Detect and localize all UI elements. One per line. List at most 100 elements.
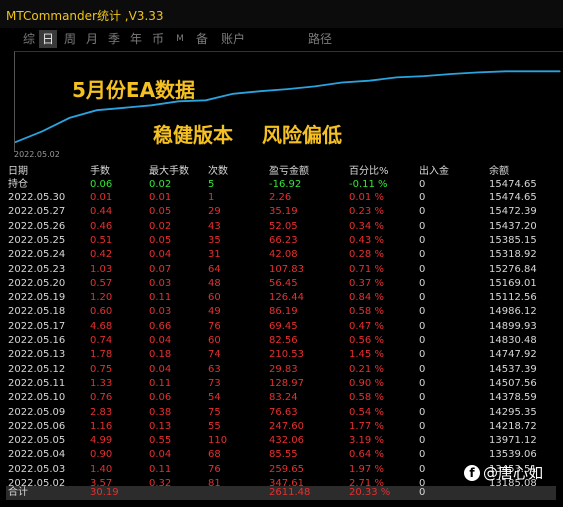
row-balance: 15437.20 <box>489 220 537 232</box>
row-lots: 1.20 <box>90 292 113 304</box>
tab-path[interactable]: 路径 <box>305 30 335 48</box>
row-date: 2022.05.17 <box>8 320 66 332</box>
table-row[interactable]: 2022.05.19 1.20 0.11 60 126.44 0.84 % 0 15112.5… <box>6 291 556 304</box>
tab-account[interactable]: 账户 <box>218 30 248 48</box>
row-balance: 14747.92 <box>489 349 537 361</box>
row-max-lots: 0.04 <box>149 363 172 375</box>
row-balance: 15474.65 <box>489 192 537 203</box>
row-io: 0 <box>419 349 426 361</box>
table-row[interactable]: 2022.05.17 4.68 0.66 76 69.45 0.47 % 0 14899.93 <box>6 320 556 333</box>
row-percent: 0.23 % <box>349 206 384 218</box>
row-balance: 15385.15 <box>489 234 537 246</box>
watermark-text: @唐心如 <box>483 464 544 482</box>
row-percent: 0.54 % <box>349 406 384 418</box>
row-io: 0 <box>419 406 426 418</box>
header-max-lots[interactable]: 最大手数 <box>149 165 189 178</box>
tab-quarterly[interactable]: 季 <box>105 30 123 48</box>
row-lots: 1.78 <box>90 349 113 361</box>
header-deposit-withdraw[interactable]: 出入金 <box>419 165 449 178</box>
row-count: 31 <box>208 249 221 261</box>
row-max-lots: 0.03 <box>149 306 172 318</box>
row-io: 0 <box>419 292 426 304</box>
table-row[interactable]: 2022.05.26 0.46 0.02 43 52.05 0.34 % 0 15437.20 <box>6 220 556 233</box>
row-percent: 0.34 % <box>349 220 384 232</box>
header-count[interactable]: 次数 <box>208 165 228 178</box>
row-count: 49 <box>208 306 221 318</box>
table-row[interactable]: 2022.05.20 0.57 0.03 48 56.45 0.37 % 0 15169.01 <box>6 277 556 290</box>
row-pnl: 82.56 <box>269 335 298 346</box>
row-lots: 2.83 <box>90 406 113 418</box>
row-io: 0 <box>419 234 426 246</box>
row-balance: 14830.48 <box>489 335 537 346</box>
table-row[interactable]: 2022.05.11 1.33 0.11 73 128.97 0.90 % 0 14507.5… <box>6 377 556 390</box>
balance-point <box>477 71 479 73</box>
row-pnl: 247.60 <box>269 420 304 432</box>
position-count: 5 <box>208 179 215 190</box>
table-row[interactable]: 2022.05.18 0.60 0.03 49 86.19 0.58 % 0 14986.12 <box>6 305 556 318</box>
row-pnl: 29.83 <box>269 363 298 375</box>
title-bar: MTCommander统计 ,V3.33 <box>0 0 563 29</box>
balance-point <box>395 76 398 78</box>
row-max-lots: 0.04 <box>149 249 172 261</box>
row-count: 54 <box>208 392 221 404</box>
row-pnl: 85.55 <box>269 449 298 461</box>
header-lots[interactable]: 手数 <box>90 165 110 178</box>
tab-weekly[interactable]: 周 <box>61 30 79 48</box>
balance-point <box>286 88 289 90</box>
table-row[interactable]: 2022.05.30 0.01 0.01 1 2.26 0.01 % 0 15474.65 <box>6 191 556 204</box>
tab-magic[interactable]: M <box>171 30 189 48</box>
row-pnl: 42.08 <box>269 249 298 261</box>
position-max-lots: 0.02 <box>149 179 172 190</box>
row-percent: 3.19 % <box>349 435 384 447</box>
tab-daily[interactable]: 日 <box>39 30 57 48</box>
tab-notes[interactable]: 备 <box>193 30 211 48</box>
chart-start-date: 2022.05.02 <box>14 150 60 159</box>
position-row[interactable]: 持仓 0.06 0.02 5 -16.92 -0.11 % 0 15474.65 <box>6 178 556 191</box>
total-percent: 20.33 % <box>349 487 391 498</box>
row-pnl: 69.45 <box>269 320 298 332</box>
table-row[interactable]: 2022.05.05 4.99 0.55 110 432.06 3.19 % 0 13971.… <box>6 434 556 447</box>
table-row[interactable]: 2022.05.10 0.76 0.06 54 83.24 0.58 % 0 14378.59 <box>6 391 556 404</box>
table-row[interactable]: 2022.05.13 1.78 0.18 74 210.53 1.45 % 0 14747.9… <box>6 348 556 361</box>
row-io: 0 <box>419 306 426 318</box>
table-row[interactable]: 2022.05.12 0.75 0.04 63 29.83 0.21 % 0 14537.39 <box>6 363 556 376</box>
tab-monthly[interactable]: 月 <box>83 30 101 48</box>
row-date: 2022.05.03 <box>8 463 66 475</box>
table-header: 日期 手数 最大手数 次数 盈亏金额 百分比% 出入金 余额 <box>6 165 556 178</box>
total-label: 合计 <box>8 487 28 498</box>
tab-currency[interactable]: 币 <box>149 30 167 48</box>
table-row[interactable]: 2022.05.06 1.16 0.13 55 247.60 1.77 % 0 14218.7… <box>6 420 556 433</box>
row-balance: 15276.84 <box>489 263 537 275</box>
row-count: 64 <box>208 263 221 275</box>
row-date: 2022.05.11 <box>8 377 66 389</box>
balance-point <box>150 104 152 106</box>
row-pnl: 128.97 <box>269 377 304 389</box>
row-balance: 14986.12 <box>489 306 537 318</box>
table-row[interactable]: 2022.05.24 0.42 0.04 31 42.08 0.28 % 0 15318.92 <box>6 248 556 261</box>
tab-yearly[interactable]: 年 <box>127 30 145 48</box>
row-date: 2022.05.09 <box>8 406 66 418</box>
table-row[interactable]: 2022.05.23 1.03 0.07 64 107.83 0.71 % 0 15276.8… <box>6 263 556 276</box>
table-row[interactable]: 2022.05.25 0.51 0.05 35 66.23 0.43 % 0 15385.15 <box>6 234 556 247</box>
row-percent: 0.01 % <box>349 192 384 203</box>
row-percent: 0.58 % <box>349 306 384 318</box>
table-row[interactable]: 2022.05.27 0.44 0.05 29 35.19 0.23 % 0 15472.39 <box>6 205 556 218</box>
header-date[interactable]: 日期 <box>8 165 28 178</box>
tab-overview[interactable]: 综 <box>20 30 38 48</box>
row-lots: 0.75 <box>90 363 113 375</box>
balance-point <box>205 99 207 101</box>
position-balance: 15474.65 <box>489 179 537 190</box>
row-io: 0 <box>419 463 426 475</box>
header-balance[interactable]: 余额 <box>489 165 509 178</box>
header-pnl[interactable]: 盈亏金额 <box>269 165 309 178</box>
position-io: 0 <box>419 179 426 190</box>
balance-point <box>450 73 452 75</box>
row-io: 0 <box>419 263 426 275</box>
table-row[interactable]: 2022.05.04 0.90 0.04 68 85.55 0.64 % 0 13539.06 <box>6 448 556 461</box>
row-pnl: 52.05 <box>269 220 298 232</box>
table-row[interactable]: 2022.05.09 2.83 0.38 75 76.63 0.54 % 0 14295.35 <box>6 406 556 419</box>
row-lots: 1.16 <box>90 420 113 432</box>
header-percent[interactable]: 百分比% <box>349 165 389 178</box>
row-pnl: 35.19 <box>269 206 298 218</box>
table-row[interactable]: 2022.05.16 0.74 0.04 60 82.56 0.56 % 0 14830.48 <box>6 334 556 347</box>
